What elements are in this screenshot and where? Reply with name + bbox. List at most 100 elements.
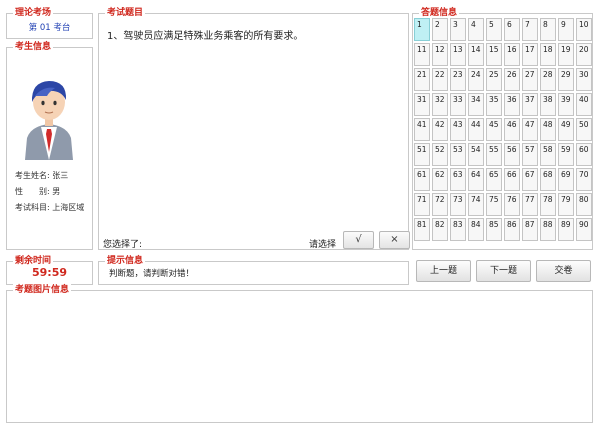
answer-cell[interactable]: 63: [450, 168, 466, 191]
answer-cell[interactable]: 8: [540, 18, 556, 41]
answer-cell[interactable]: 34: [468, 93, 484, 116]
answer-cell[interactable]: 85: [486, 218, 502, 241]
answer-cell[interactable]: 27: [522, 68, 538, 91]
answer-cell[interactable]: 88: [540, 218, 556, 241]
submit-exam-button[interactable]: 交卷: [536, 260, 591, 282]
answer-cell[interactable]: 57: [522, 143, 538, 166]
answer-cell[interactable]: 37: [522, 93, 538, 116]
answer-cell[interactable]: 61: [414, 168, 430, 191]
answer-cell[interactable]: 12: [432, 43, 448, 66]
answer-cell[interactable]: 15: [486, 43, 502, 66]
answer-cell[interactable]: 2: [432, 18, 448, 41]
answer-cell[interactable]: 78: [540, 193, 556, 216]
answer-cell[interactable]: 90: [576, 218, 592, 241]
answer-cell[interactable]: 25: [486, 68, 502, 91]
answer-cell[interactable]: 48: [540, 118, 556, 141]
answer-cell[interactable]: 20: [576, 43, 592, 66]
true-answer-button[interactable]: √: [343, 231, 374, 249]
answer-cell[interactable]: 89: [558, 218, 574, 241]
answer-cell[interactable]: 39: [558, 93, 574, 116]
answer-cell[interactable]: 30: [576, 68, 592, 91]
answer-cell[interactable]: 83: [450, 218, 466, 241]
answer-cell[interactable]: 82: [432, 218, 448, 241]
answer-cell[interactable]: 41: [414, 118, 430, 141]
answer-cell[interactable]: 3: [450, 18, 466, 41]
false-answer-button[interactable]: ×: [379, 231, 410, 249]
answer-cell[interactable]: 5: [486, 18, 502, 41]
answer-cell[interactable]: 56: [504, 143, 520, 166]
answer-cell[interactable]: 7: [522, 18, 538, 41]
answer-cell[interactable]: 32: [432, 93, 448, 116]
answer-cell[interactable]: 9: [558, 18, 574, 41]
answer-cell[interactable]: 81: [414, 218, 430, 241]
answer-cell[interactable]: 87: [522, 218, 538, 241]
answer-cell[interactable]: 80: [576, 193, 592, 216]
question-text: 1、驾驶员应满足特殊业务乘客的所有要求。: [107, 31, 304, 42]
answer-cell[interactable]: 26: [504, 68, 520, 91]
answer-cell[interactable]: 79: [558, 193, 574, 216]
answer-cell[interactable]: 16: [504, 43, 520, 66]
answer-cell[interactable]: 19: [558, 43, 574, 66]
exam-site-panel: 理论考场 第 01 考台: [6, 7, 93, 39]
answer-cell[interactable]: 18: [540, 43, 556, 66]
answer-cell[interactable]: 6: [504, 18, 520, 41]
answer-cell[interactable]: 38: [540, 93, 556, 116]
answer-cell[interactable]: 51: [414, 143, 430, 166]
answer-cell[interactable]: 67: [522, 168, 538, 191]
answer-cell[interactable]: 45: [486, 118, 502, 141]
answer-cell[interactable]: 49: [558, 118, 574, 141]
answer-cell[interactable]: 54: [468, 143, 484, 166]
answer-cell[interactable]: 73: [450, 193, 466, 216]
answer-cell[interactable]: 68: [540, 168, 556, 191]
answer-cell[interactable]: 10: [576, 18, 592, 41]
hint-panel: 提示信息 判断题，请判断对错！: [98, 255, 409, 285]
answer-cell[interactable]: 29: [558, 68, 574, 91]
seat-number: 第 01 考台: [28, 23, 71, 33]
answer-cell[interactable]: 72: [432, 193, 448, 216]
answer-cell[interactable]: 55: [486, 143, 502, 166]
answer-cell[interactable]: 23: [450, 68, 466, 91]
answer-cell[interactable]: 84: [468, 218, 484, 241]
answer-cell[interactable]: 31: [414, 93, 430, 116]
answer-cell[interactable]: 28: [540, 68, 556, 91]
answer-cell[interactable]: 70: [576, 168, 592, 191]
answer-cell[interactable]: 4: [468, 18, 484, 41]
answer-cell[interactable]: 44: [468, 118, 484, 141]
answer-cell[interactable]: 86: [504, 218, 520, 241]
answer-cell[interactable]: 40: [576, 93, 592, 116]
chosen-answer-label: 您选择了:: [103, 240, 143, 250]
answer-cell[interactable]: 21: [414, 68, 430, 91]
answer-cell[interactable]: 17: [522, 43, 538, 66]
answer-cell[interactable]: 60: [576, 143, 592, 166]
answer-cell[interactable]: 66: [504, 168, 520, 191]
answer-cell[interactable]: 71: [414, 193, 430, 216]
answer-cell[interactable]: 43: [450, 118, 466, 141]
answer-cell[interactable]: 69: [558, 168, 574, 191]
answer-cell[interactable]: 58: [540, 143, 556, 166]
answer-cell[interactable]: 33: [450, 93, 466, 116]
answer-cell[interactable]: 52: [432, 143, 448, 166]
answer-cell[interactable]: 24: [468, 68, 484, 91]
answer-cell[interactable]: 22: [432, 68, 448, 91]
answer-cell[interactable]: 50: [576, 118, 592, 141]
answer-cell[interactable]: 53: [450, 143, 466, 166]
answer-cell[interactable]: 35: [486, 93, 502, 116]
answer-cell[interactable]: 64: [468, 168, 484, 191]
answer-cell[interactable]: 36: [504, 93, 520, 116]
answer-cell[interactable]: 76: [504, 193, 520, 216]
answer-cell[interactable]: 65: [486, 168, 502, 191]
answer-cell[interactable]: 11: [414, 43, 430, 66]
answer-cell[interactable]: 46: [504, 118, 520, 141]
answer-cell[interactable]: 62: [432, 168, 448, 191]
answer-cell[interactable]: 13: [450, 43, 466, 66]
previous-question-button[interactable]: 上一题: [416, 260, 471, 282]
answer-cell[interactable]: 74: [468, 193, 484, 216]
answer-cell[interactable]: 47: [522, 118, 538, 141]
next-question-button[interactable]: 下一题: [476, 260, 531, 282]
answer-cell[interactable]: 42: [432, 118, 448, 141]
answer-cell[interactable]: 59: [558, 143, 574, 166]
answer-cell[interactable]: 75: [486, 193, 502, 216]
answer-cell[interactable]: 14: [468, 43, 484, 66]
answer-cell[interactable]: 1: [414, 18, 430, 41]
answer-cell[interactable]: 77: [522, 193, 538, 216]
